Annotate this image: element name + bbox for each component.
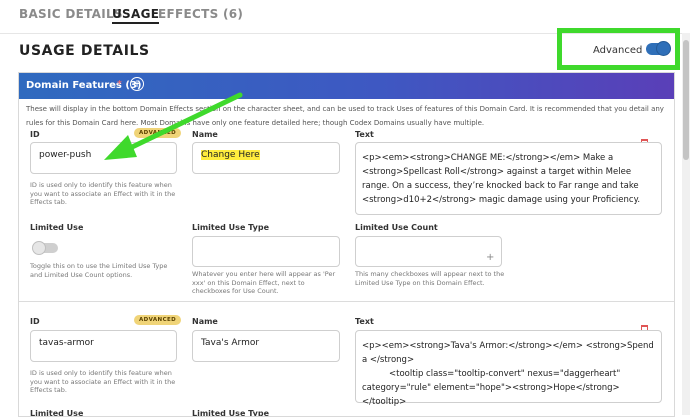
feature-id-input[interactable]: tavas-armor bbox=[30, 330, 177, 362]
name-label: Name bbox=[192, 317, 218, 326]
feature-name-input[interactable]: Tava's Armor bbox=[192, 330, 340, 362]
tab-usage[interactable]: USAGE bbox=[112, 7, 160, 24]
limited-use-type-label: Limited Use Type bbox=[192, 409, 270, 417]
advanced-badge: ADVANCED bbox=[134, 128, 182, 138]
limited-use-hint: Toggle this on to use the Limited Use Ty… bbox=[30, 262, 168, 279]
plus-icon[interactable]: + bbox=[486, 252, 494, 263]
limited-use-count-label: Limited Use Count bbox=[355, 223, 438, 232]
name-value-highlight: Change Here bbox=[201, 150, 260, 160]
scrollbar-thumb[interactable] bbox=[683, 40, 689, 160]
feature-text-editor[interactable]: <p><em><strong>Tava's Armor:</strong></e… bbox=[355, 330, 662, 407]
advanced-toggle[interactable] bbox=[646, 41, 671, 56]
tab-effects[interactable]: EFFECTS (6) bbox=[158, 7, 243, 21]
toggle-knob bbox=[656, 41, 671, 56]
id-label: ID bbox=[30, 317, 40, 326]
name-label: Name bbox=[192, 130, 218, 139]
domain-features-panel: Domain Features (3) * + These will displ… bbox=[18, 72, 675, 417]
limited-use-count-input[interactable]: + bbox=[355, 236, 502, 267]
id-hint: ID is used only to identify this feature… bbox=[30, 369, 176, 394]
limited-use-type-hint: Whatever you enter here will appear as '… bbox=[192, 270, 336, 295]
feature-divider bbox=[19, 301, 674, 302]
page-title: USAGE DETAILS bbox=[19, 43, 150, 59]
tab-basic-details[interactable]: BASIC DETAILS bbox=[19, 7, 123, 21]
domain-features-header: Domain Features (3) * + bbox=[19, 73, 674, 99]
limited-use-label: Limited Use bbox=[30, 409, 84, 417]
id-label: ID bbox=[30, 130, 40, 139]
domain-features-description: These will display in the bottom Domain … bbox=[26, 105, 664, 127]
required-star: * bbox=[117, 79, 122, 90]
id-hint: ID is used only to identify this feature… bbox=[30, 181, 176, 206]
feature-id-input[interactable]: power-push bbox=[30, 142, 177, 174]
feature-text-editor[interactable]: <p><em><strong>CHANGE ME:</strong></em> … bbox=[355, 142, 662, 215]
limited-use-type-input[interactable] bbox=[192, 236, 340, 267]
limited-use-count-hint: This many checkboxes will appear next to… bbox=[355, 270, 505, 287]
limited-use-label: Limited Use bbox=[30, 223, 84, 232]
feature-name-input[interactable]: Change Here bbox=[192, 142, 340, 174]
toggle-knob bbox=[32, 241, 46, 255]
text-label: Text bbox=[355, 317, 374, 326]
limited-use-type-label: Limited Use Type bbox=[192, 223, 270, 232]
plus-circle-icon[interactable]: + bbox=[130, 77, 144, 91]
domain-features-title: Domain Features (3) bbox=[26, 80, 142, 91]
advanced-label: Advanced bbox=[593, 45, 643, 56]
limited-use-toggle[interactable] bbox=[32, 241, 58, 255]
advanced-badge: ADVANCED bbox=[134, 315, 182, 325]
text-label: Text bbox=[355, 130, 374, 139]
